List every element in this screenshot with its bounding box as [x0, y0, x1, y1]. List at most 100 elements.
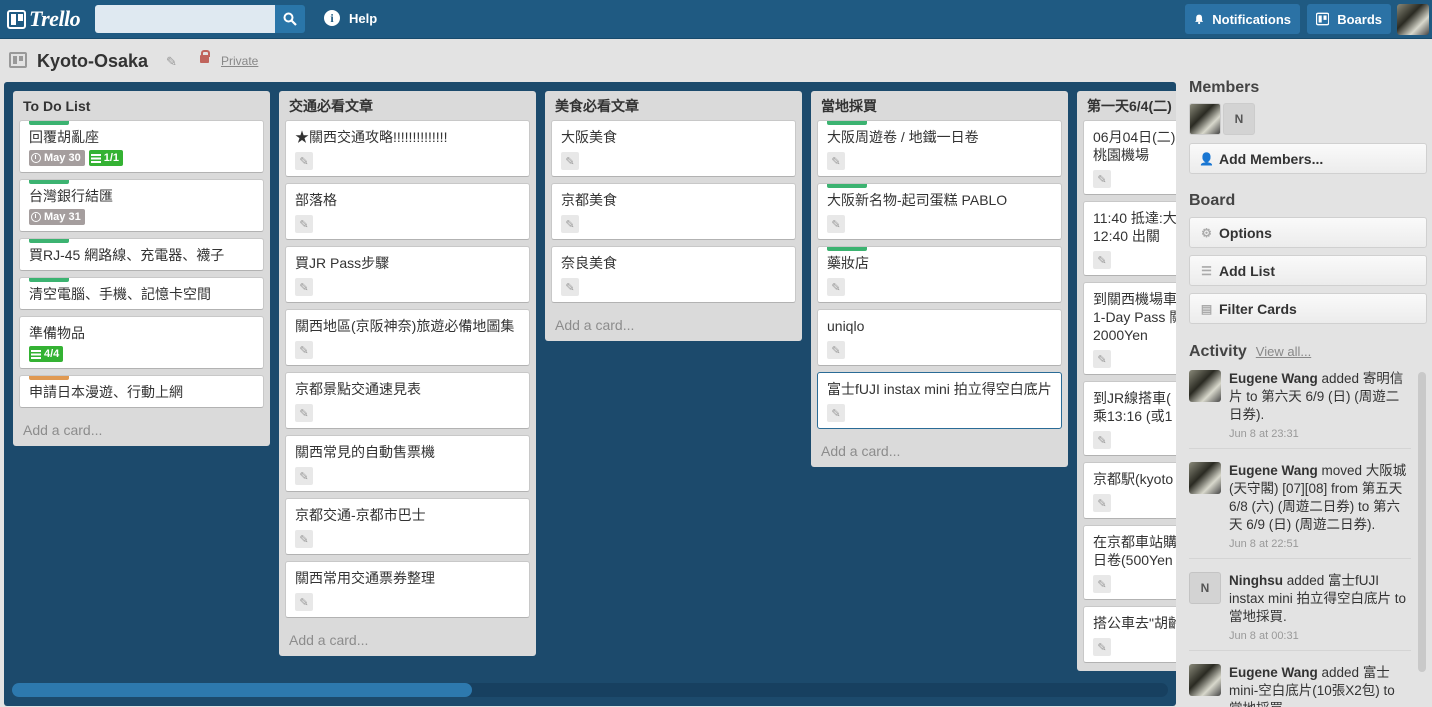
card[interactable]: 準備物品 4/4 [19, 316, 264, 369]
card[interactable]: 到JR線搭車( 乘13:16 (或1 ✎ [1083, 381, 1176, 456]
activity-timestamp: Jun 8 at 00:31 [1229, 630, 1299, 642]
card[interactable]: 買JR Pass步驟 ✎ [285, 246, 530, 303]
due-date-text: May 31 [44, 211, 81, 223]
pencil-icon[interactable]: ✎ [295, 152, 313, 170]
privacy-link[interactable]: Private [221, 54, 258, 68]
card[interactable]: 在京都車站購 日卷(500Yen ✎ [1083, 525, 1176, 600]
card[interactable]: 京都景點交通速見表 ✎ [285, 372, 530, 429]
card[interactable]: 大阪美食 ✎ [551, 120, 796, 177]
card[interactable]: 11:40 抵達:大 12:40 出關 ✎ [1083, 201, 1176, 276]
member-avatar-initial[interactable]: N [1223, 103, 1255, 135]
pencil-icon[interactable]: ✎ [295, 341, 313, 359]
card[interactable]: ★關西交通攻略!!!!!!!!!!!!!! ✎ [285, 120, 530, 177]
user-avatar[interactable] [1397, 4, 1429, 35]
pencil-icon[interactable]: ✎ [827, 152, 845, 170]
add-card-link[interactable]: Add a card... [1083, 669, 1176, 671]
list-title[interactable]: To Do List [19, 91, 264, 120]
vertical-scrollbar[interactable] [1418, 372, 1426, 672]
list-title[interactable]: 交通必看文章 [285, 91, 530, 120]
pencil-icon[interactable]: ✎ [1093, 494, 1111, 512]
card[interactable]: 申請日本漫遊、行動上網 [19, 375, 264, 408]
pencil-icon[interactable]: ✎ [295, 467, 313, 485]
activity-user[interactable]: Ninghsu [1229, 573, 1283, 588]
card[interactable]: 關西常見的自動售票機 ✎ [285, 435, 530, 492]
pencil-icon[interactable]: ✎ [295, 215, 313, 233]
view-all-link[interactable]: View all... [1256, 344, 1311, 359]
member-avatar[interactable] [1189, 103, 1221, 135]
pencil-icon[interactable]: ✎ [561, 152, 579, 170]
boards-button[interactable]: Boards [1307, 4, 1391, 34]
card[interactable]: 關西地區(京阪神奈)旅遊必備地圖集 ✎ [285, 309, 530, 366]
card[interactable]: 關西常用交通票券整理 ✎ [285, 561, 530, 618]
activity-avatar[interactable] [1189, 462, 1221, 494]
pencil-icon[interactable]: ✎ [295, 593, 313, 611]
card[interactable]: 台灣銀行結匯 May 31 [19, 179, 264, 232]
card[interactable]: 京都美食 ✎ [551, 183, 796, 240]
add-card-link[interactable]: Add a card... [19, 414, 264, 446]
activity-avatar[interactable]: N [1189, 572, 1221, 604]
add-members-button[interactable]: 👤 Add Members... [1189, 143, 1427, 174]
pencil-icon[interactable]: ✎ [295, 530, 313, 548]
pencil-icon[interactable]: ✎ [1093, 170, 1111, 188]
card[interactable]: 奈良美食 ✎ [551, 246, 796, 303]
list: 當地採買 大阪周遊卷 / 地鐵一日卷 ✎ 大阪新名物-起司蛋糕 PABLO ✎ 藥妝店 ✎ u… [811, 91, 1068, 467]
pencil-icon[interactable]: ✎ [827, 278, 845, 296]
card-label [29, 180, 69, 184]
add-card-link[interactable]: Add a card... [285, 624, 530, 656]
card[interactable]: 京都交通-京都市巴士 ✎ [285, 498, 530, 555]
card[interactable]: 大阪新名物-起司蛋糕 PABLO ✎ [817, 183, 1062, 240]
pencil-icon[interactable]: ✎ [1093, 251, 1111, 269]
scrollbar-thumb[interactable] [12, 683, 472, 697]
card[interactable]: 買RJ-45 網路線、充電器、襪子 [19, 238, 264, 271]
activity-avatar[interactable] [1189, 370, 1221, 402]
card[interactable]: 搭公車去"胡齡 ✎ [1083, 606, 1176, 663]
pencil-icon[interactable]: ✎ [1093, 431, 1111, 449]
list-title[interactable]: 美食必看文章 [551, 91, 796, 120]
activity-avatar[interactable] [1189, 664, 1221, 696]
pencil-icon[interactable]: ✎ [827, 404, 845, 422]
list-title[interactable]: 當地採買 [817, 91, 1062, 120]
notifications-button[interactable]: Notifications [1185, 4, 1300, 34]
trello-logo[interactable]: Trello [7, 6, 81, 31]
card[interactable]: uniqlo ✎ [817, 309, 1062, 366]
activity-text: Eugene Wang added 寄明信片 to 第六天 6/9 (日) (周… [1229, 370, 1411, 424]
filter-icon: ▤ [1200, 301, 1213, 316]
card[interactable]: 回覆胡亂座 May 30 1/1 [19, 120, 264, 173]
card[interactable]: 部落格 ✎ [285, 183, 530, 240]
pencil-icon[interactable]: ✎ [1093, 575, 1111, 593]
card-title: 部落格 [295, 192, 337, 208]
card[interactable]: 大阪周遊卷 / 地鐵一日卷 ✎ [817, 120, 1062, 177]
activity-user[interactable]: Eugene Wang [1229, 371, 1318, 386]
pencil-icon[interactable]: ✎ [561, 215, 579, 233]
pencil-icon[interactable]: ✎ [166, 54, 177, 70]
search-input[interactable] [95, 5, 275, 33]
pencil-icon[interactable]: ✎ [295, 278, 313, 296]
card[interactable]: 到關西機場車 1-Day Pass 關 2000Yen ✎ [1083, 282, 1176, 375]
card[interactable]: 清空電腦、手機、記憶卡空間 [19, 277, 264, 310]
search-button[interactable] [275, 5, 305, 33]
options-button[interactable]: ⚙ Options [1189, 217, 1427, 248]
list: 交通必看文章 ★關西交通攻略!!!!!!!!!!!!!! ✎ 部落格 ✎ 買JR Pass… [279, 91, 536, 656]
add-list-button[interactable]: ☰ Add List [1189, 255, 1427, 286]
list-title[interactable]: 第一天6/4(二) [1083, 91, 1176, 120]
card[interactable]: 京都駅(kyoto ✎ [1083, 462, 1176, 519]
card[interactable]: 富士fUJI instax mini 拍立得空白底片 ✎ [817, 372, 1062, 429]
add-card-link[interactable]: Add a card... [551, 309, 796, 341]
pencil-icon[interactable]: ✎ [827, 341, 845, 359]
help-link[interactable]: i Help [324, 10, 377, 26]
card[interactable]: 06月04日(二) 桃園機場 ✎ [1083, 120, 1176, 195]
pencil-icon[interactable]: ✎ [1093, 350, 1111, 368]
pencil-icon[interactable]: ✎ [561, 278, 579, 296]
pencil-icon[interactable]: ✎ [827, 215, 845, 233]
board-title[interactable]: Kyoto-Osaka [37, 51, 148, 72]
pencil-icon[interactable]: ✎ [1093, 638, 1111, 656]
card[interactable]: 藥妝店 ✎ [817, 246, 1062, 303]
members-heading: Members [1189, 80, 1260, 96]
person-icon: 👤 [1199, 151, 1214, 166]
pencil-icon[interactable]: ✎ [295, 404, 313, 422]
add-card-link[interactable]: Add a card... [817, 435, 1062, 467]
activity-user[interactable]: Eugene Wang [1229, 463, 1318, 478]
horizontal-scrollbar[interactable] [12, 683, 1168, 697]
activity-user[interactable]: Eugene Wang [1229, 665, 1318, 680]
filter-cards-button[interactable]: ▤ Filter Cards [1189, 293, 1427, 324]
